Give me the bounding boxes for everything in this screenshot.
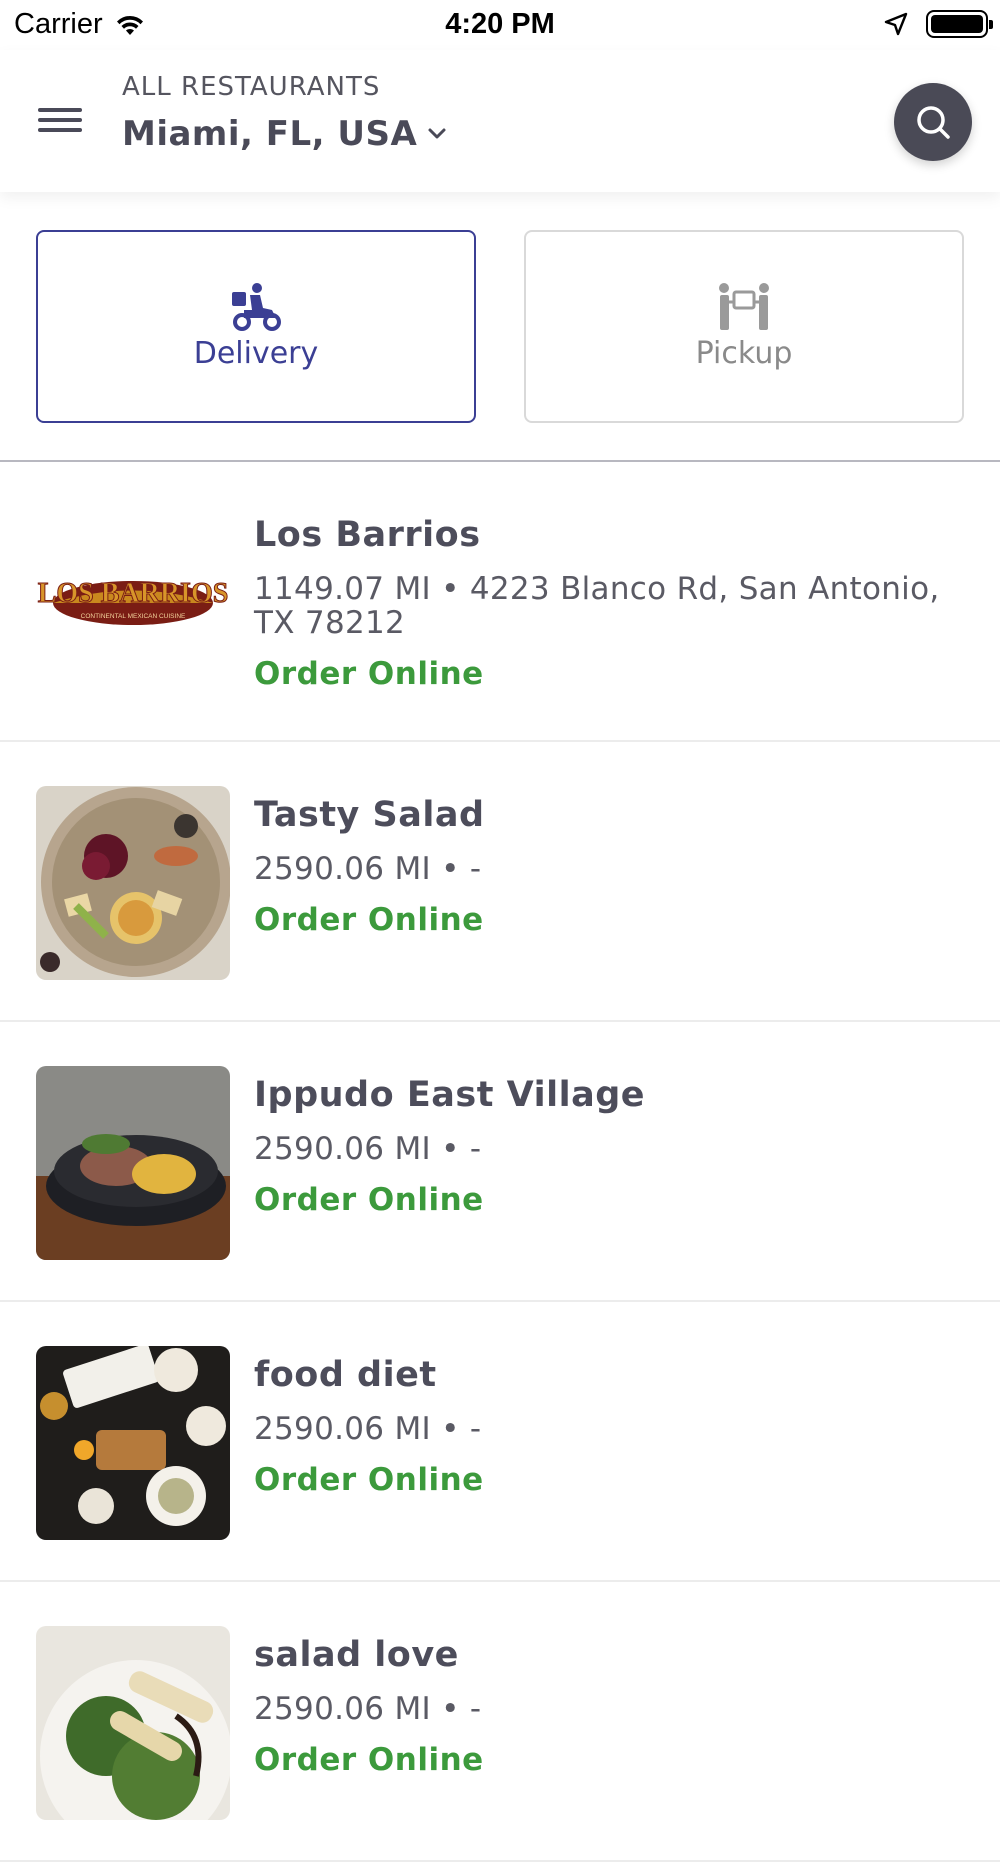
app-header: ALL RESTAURANTS Miami, FL, USA [0, 50, 1000, 192]
search-icon [917, 106, 950, 139]
hamburger-icon [38, 108, 82, 112]
restaurant-name: food diet [254, 1355, 437, 1395]
location-arrow-icon [884, 12, 908, 36]
pickup-handoff-icon [719, 283, 769, 330]
status-bar: Carrier 4:20 PM [0, 0, 1000, 50]
charcuterie-board-image [36, 786, 230, 980]
restaurant-info: Los Barrios 1149.07 MI • 4223 Blanco Rd,… [254, 512, 940, 692]
status-time: 4:20 PM [445, 8, 555, 40]
delivery-scooter-icon [232, 283, 281, 331]
restaurant-address: 1149.07 MI • 4223 Blanco Rd, San Antonio… [254, 571, 940, 641]
restaurant-list: LOS BARRIOS CONTINENTAL MEXICAN CUISINE … [0, 462, 1000, 1862]
menu-button[interactable] [38, 108, 82, 134]
delivery-label: Delivery [193, 336, 319, 371]
restaurant-image [36, 1346, 230, 1540]
status-right [884, 10, 993, 38]
pickup-label: Pickup [695, 336, 793, 371]
restaurant-address: 2590.06 MI • - [254, 1411, 482, 1447]
chevron-down-icon [428, 128, 446, 139]
location-label: Miami, FL, USA [122, 114, 418, 154]
order-online-link[interactable]: Order Online [254, 656, 940, 692]
search-button[interactable] [894, 83, 972, 161]
order-online-link[interactable]: Order Online [254, 1462, 940, 1498]
location-selector[interactable]: Miami, FL, USA [122, 114, 447, 154]
svg-text:LOS BARRIOS: LOS BARRIOS [38, 578, 229, 609]
restaurant-address: 2590.06 MI • - [254, 1131, 482, 1167]
los-barrios-logo-image: LOS BARRIOS CONTINENTAL MEXICAN CUISINE [37, 578, 229, 625]
order-online-link[interactable]: Order Online [254, 902, 940, 938]
restaurant-row[interactable]: Ippudo East Village 2590.06 MI • - Order… [0, 1022, 1000, 1302]
restaurant-image [36, 1066, 230, 1260]
restaurant-address: 2590.06 MI • - [254, 1691, 482, 1727]
battery-icon [926, 10, 993, 38]
header-subtitle: ALL RESTAURANTS [122, 72, 381, 102]
restaurant-info: Tasty Salad 2590.06 MI • - Order Online [254, 792, 940, 938]
svg-text:CONTINENTAL MEXICAN CUISINE: CONTINENTAL MEXICAN CUISINE [81, 613, 186, 620]
pickup-toggle[interactable]: Pickup [524, 230, 964, 423]
restaurant-image [36, 786, 230, 980]
restaurant-row[interactable]: Tasty Salad 2590.06 MI • - Order Online [0, 742, 1000, 1022]
order-online-link[interactable]: Order Online [254, 1742, 940, 1778]
restaurant-name: Ippudo East Village [254, 1075, 645, 1115]
order-online-link[interactable]: Order Online [254, 1182, 940, 1218]
restaurant-info: Ippudo East Village 2590.06 MI • - Order… [254, 1072, 940, 1218]
salad-plate-image [36, 1626, 230, 1820]
restaurant-image [36, 1626, 230, 1820]
restaurant-info: food diet 2590.06 MI • - Order Online [254, 1352, 940, 1498]
delivery-toggle[interactable]: Delivery [36, 230, 476, 423]
restaurant-address: 2590.06 MI • - [254, 851, 482, 887]
ramen-bowl-image [36, 1066, 230, 1260]
restaurant-row[interactable]: salad love 2590.06 MI • - Order Online [0, 1582, 1000, 1862]
restaurant-name: Los Barrios [254, 515, 481, 555]
restaurant-row[interactable]: LOS BARRIOS CONTINENTAL MEXICAN CUISINE … [0, 462, 1000, 742]
restaurant-info: salad love 2590.06 MI • - Order Online [254, 1632, 940, 1778]
restaurant-logo: LOS BARRIOS CONTINENTAL MEXICAN CUISINE [36, 506, 230, 700]
restaurant-name: salad love [254, 1635, 459, 1675]
restaurant-name: Tasty Salad [254, 795, 485, 835]
food-table-image [36, 1346, 230, 1540]
restaurant-row[interactable]: food diet 2590.06 MI • - Order Online [0, 1302, 1000, 1582]
